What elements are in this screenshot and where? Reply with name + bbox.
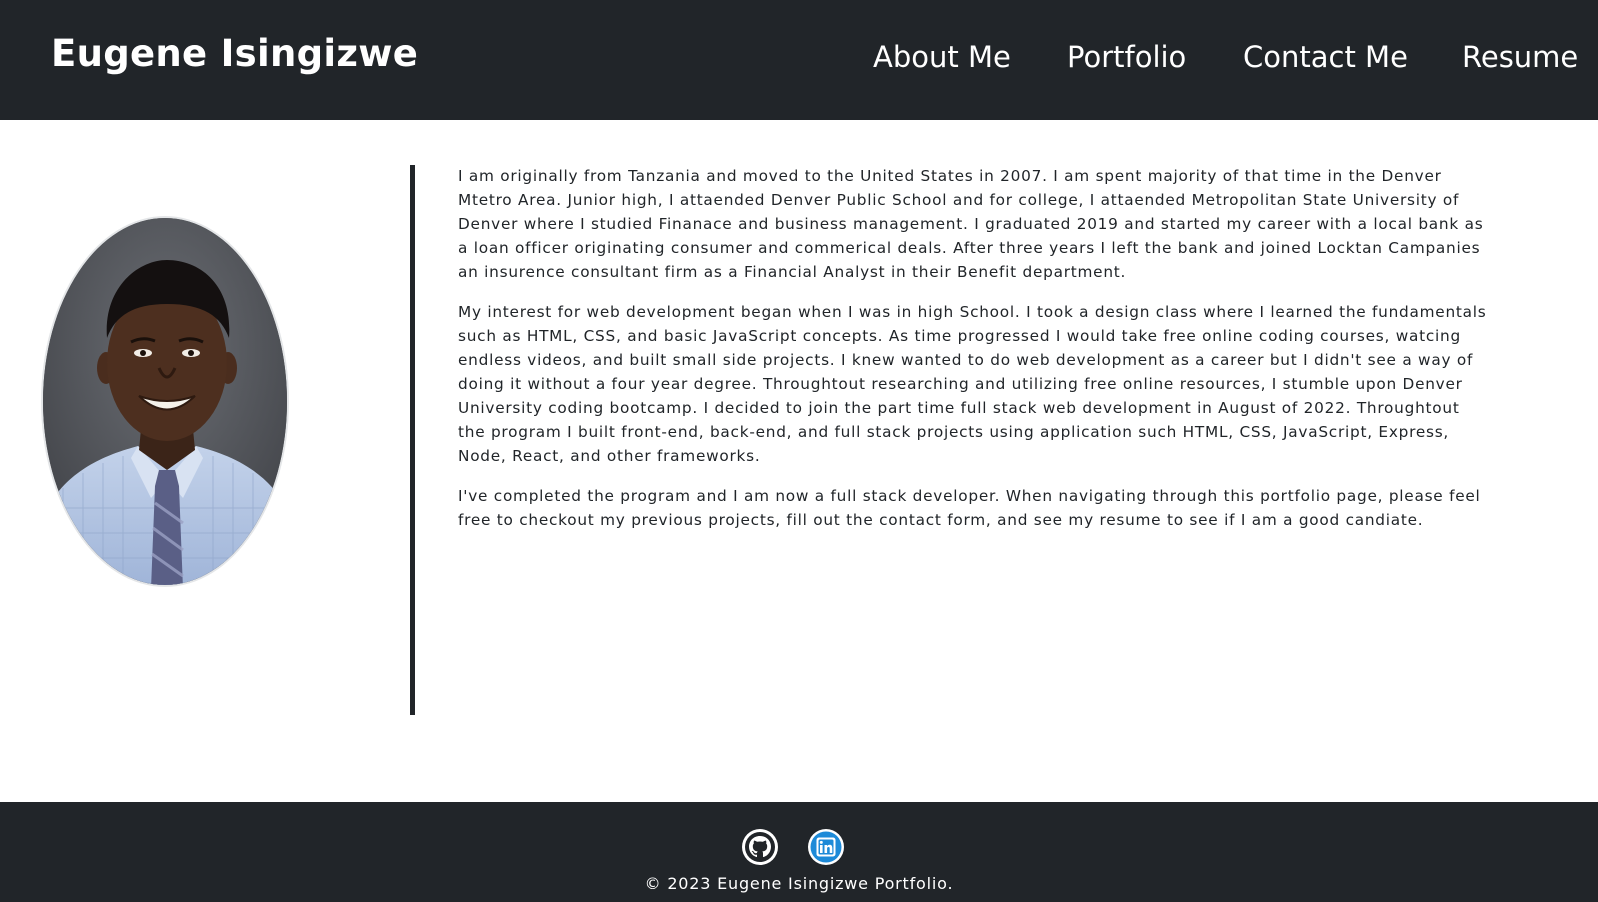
site-header: Eugene Isingizwe About Me Portfolio Cont… xyxy=(0,0,1598,120)
profile-photo xyxy=(41,216,289,587)
site-footer: © 2023 Eugene Isingizwe Portfolio. xyxy=(0,802,1598,902)
nav-about-me[interactable]: About Me xyxy=(873,40,1011,74)
github-icon[interactable] xyxy=(741,828,779,866)
linkedin-icon[interactable] xyxy=(807,828,845,866)
copyright-text: © 2023 Eugene Isingizwe Portfolio. xyxy=(644,874,954,893)
vertical-divider xyxy=(410,165,415,715)
about-text: I am originally from Tanzania and moved … xyxy=(458,164,1488,548)
nav-contact-me[interactable]: Contact Me xyxy=(1243,40,1408,74)
about-paragraph-2: My interest for web development began wh… xyxy=(458,303,1487,465)
nav-portfolio[interactable]: Portfolio xyxy=(1067,40,1186,74)
about-paragraph-3: I've completed the program and I am now … xyxy=(458,487,1481,529)
about-paragraph-1: I am originally from Tanzania and moved … xyxy=(458,167,1484,281)
profile-photo-illustration xyxy=(43,218,287,585)
nav-resume[interactable]: Resume xyxy=(1462,40,1578,74)
main-nav: About Me Portfolio Contact Me Resume xyxy=(0,40,1598,90)
